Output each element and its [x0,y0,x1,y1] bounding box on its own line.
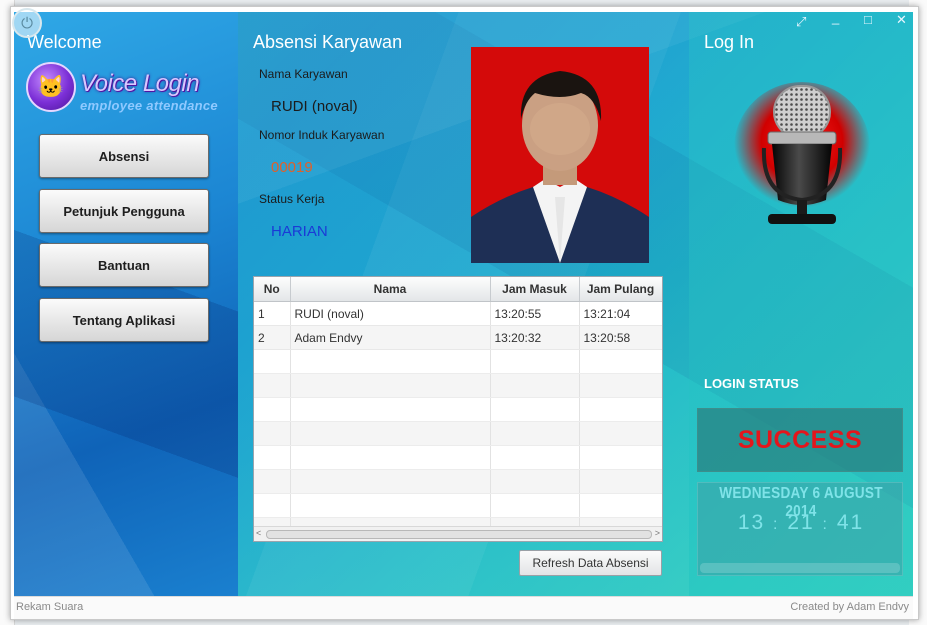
empty-row [254,493,662,518]
welcome-heading: Welcome [27,32,102,52]
column-header-nama[interactable]: Nama [290,277,491,302]
absensi-heading: Absensi Karyawan [253,32,403,52]
petunjuk-pengguna-button[interactable]: Petunjuk Pengguna [39,189,209,233]
status-bar: Rekam Suara Created by Adam Endvy [14,596,913,619]
clock-scrollbar[interactable] [700,563,900,573]
nomor-induk-value: 00019 [271,159,313,176]
cell-no: 2 [254,325,291,350]
login-heading: Log In [704,32,755,52]
mascot-icon: 🐱 [26,62,76,112]
status-kerja-value: HARIAN [271,223,328,240]
column-header-jam-masuk[interactable]: Jam Masuk [490,277,580,302]
empty-row [254,421,662,446]
column-header-jam-pulang[interactable]: Jam Pulang [579,277,662,302]
cell-no: 1 [254,301,291,326]
close-button[interactable]: ✕ [896,12,907,28]
empty-row [254,469,662,494]
empty-row [254,397,662,422]
login-status-value: SUCCESS [737,425,863,454]
clock-time: 13 : 21 : 41 [698,511,904,535]
nomor-induk-label: Nomor Induk Karyawan [259,128,385,142]
status-kerja-label: Status Kerja [259,192,325,206]
bantuan-button[interactable]: Bantuan [39,243,209,287]
status-left-text: Rekam Suara [16,601,84,613]
app-icon[interactable]: ⏻ [12,8,42,38]
scrollbar-thumb[interactable] [266,530,652,539]
employee-photo-art [471,47,649,263]
clock-separator: : [822,516,829,533]
clock-panel: WEDNESDAY 6 AUGUST 2014 13 : 21 : 41 [697,482,903,576]
table-header-row: No Nama Jam Masuk Jam Pulang [254,277,662,302]
cell-jam-pulang: 13:20:58 [579,325,662,350]
tentang-aplikasi-button[interactable]: Tentang Aplikasi [39,298,209,342]
microphone-art [734,82,870,224]
table-row[interactable]: 2 Adam Endvy 13:20:32 13:20:58 [254,325,662,350]
column-header-no[interactable]: No [254,277,291,302]
refresh-data-button[interactable]: Refresh Data Absensi [519,550,662,576]
nama-karyawan-value: RUDI (noval) [271,98,358,115]
cell-jam-masuk: 13:20:55 [490,301,580,326]
table-horizontal-scrollbar[interactable]: < > [254,526,662,541]
empty-row [254,373,662,398]
absensi-button[interactable]: Absensi [39,134,209,178]
table-row[interactable]: 1 RUDI (noval) 13:20:55 13:21:04 [254,301,662,326]
maximize-button[interactable]: □ [864,12,872,27]
logo-title: Voice Login [80,70,200,97]
nama-karyawan-label: Nama Karyawan [259,67,348,81]
cell-nama: RUDI (noval) [290,301,491,326]
cell-nama: Adam Endvy [290,325,491,350]
logo-subtitle: employee attendance [80,98,218,113]
voice-login-logo: 🐱 Voice Login employee attendance [26,62,226,118]
status-right-text: Created by Adam Endvy [790,601,909,613]
clock-minute: 21 [787,511,815,534]
clock-separator: : [773,516,780,533]
empty-row [254,349,662,374]
cell-jam-pulang: 13:21:04 [579,301,662,326]
clock-second: 41 [836,511,865,534]
app-content: ⤢ _ □ ✕ Welcome 🐱 Voice Login employee a… [14,12,913,596]
microphone-icon[interactable] [734,82,874,232]
clock-hour: 13 [737,511,766,534]
scroll-right-icon[interactable]: > [655,528,660,538]
restore-icon[interactable]: ⤢ [796,14,806,30]
attendance-table[interactable]: No Nama Jam Masuk Jam Pulang 1 RUDI (nov… [253,276,663,542]
scroll-left-icon[interactable]: < [256,528,261,538]
empty-row [254,445,662,470]
login-status-box: SUCCESS [697,408,903,472]
cell-jam-masuk: 13:20:32 [490,325,580,350]
login-status-label: LOGIN STATUS [704,376,799,391]
minimize-button[interactable]: _ [832,12,839,25]
employee-photo [471,47,649,263]
